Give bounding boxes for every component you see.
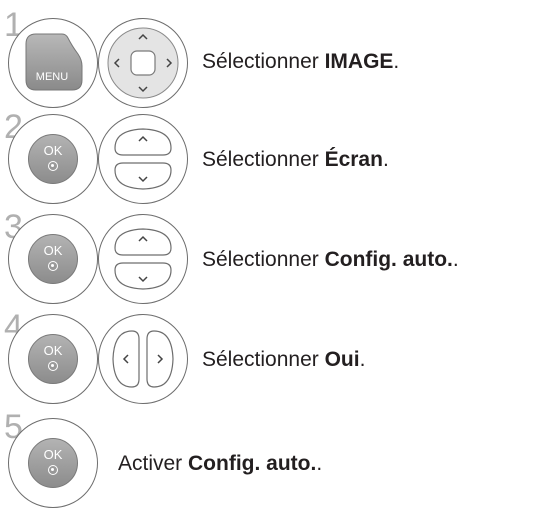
ok-button[interactable]: OK <box>28 134 78 184</box>
step-2: 2 OK Sélectionner Écran. <box>0 110 549 210</box>
step-2-keyword: Écran <box>324 148 383 171</box>
nav-pad-updown[interactable] <box>98 214 188 304</box>
ok-dot-icon <box>48 361 58 371</box>
ok-dot-icon <box>48 261 58 271</box>
step-1-keyword: IMAGE <box>324 50 394 73</box>
step-4-instruction: Sélectionner Oui. <box>202 348 366 371</box>
ok-button-label: OK <box>43 343 63 358</box>
ok-button[interactable]: OK <box>28 334 78 384</box>
step-5-keyword: Config. auto. <box>188 452 317 475</box>
menu-button-label: MENU <box>36 71 68 83</box>
ok-dot-icon <box>48 465 58 475</box>
step-4-keyword: Oui <box>324 348 360 371</box>
step-3-instruction: Sélectionner Config. auto.. <box>202 248 459 271</box>
step-1-instruction: Sélectionner IMAGE. <box>202 50 400 73</box>
step-3-keyword: Config. auto. <box>324 248 453 271</box>
nav-pad-updown[interactable] <box>98 114 188 204</box>
ok-dot-icon <box>48 161 58 171</box>
step-3: 3 OK Sélectionner Config. auto.. <box>0 210 549 310</box>
ok-button-label: OK <box>43 447 63 462</box>
step-5-instruction: Activer Config. auto.. <box>118 452 323 475</box>
step-1: 1 MENU Sélectionner IMAGE. <box>0 0 549 110</box>
ok-button-label: OK <box>43 143 63 158</box>
menu-button[interactable]: MENU <box>22 30 84 92</box>
nav-pad-leftright[interactable] <box>98 314 188 404</box>
step-2-instruction: Sélectionner Écran. <box>202 148 389 171</box>
step-4: 4 OK Sélectionner Oui. <box>0 310 549 410</box>
ok-button[interactable]: OK <box>28 438 78 488</box>
ok-button[interactable]: OK <box>28 234 78 284</box>
nav-pad-4way[interactable] <box>98 18 188 108</box>
ok-button-label: OK <box>43 243 63 258</box>
step-5: 5 OK Activer Config. auto.. <box>0 410 549 527</box>
